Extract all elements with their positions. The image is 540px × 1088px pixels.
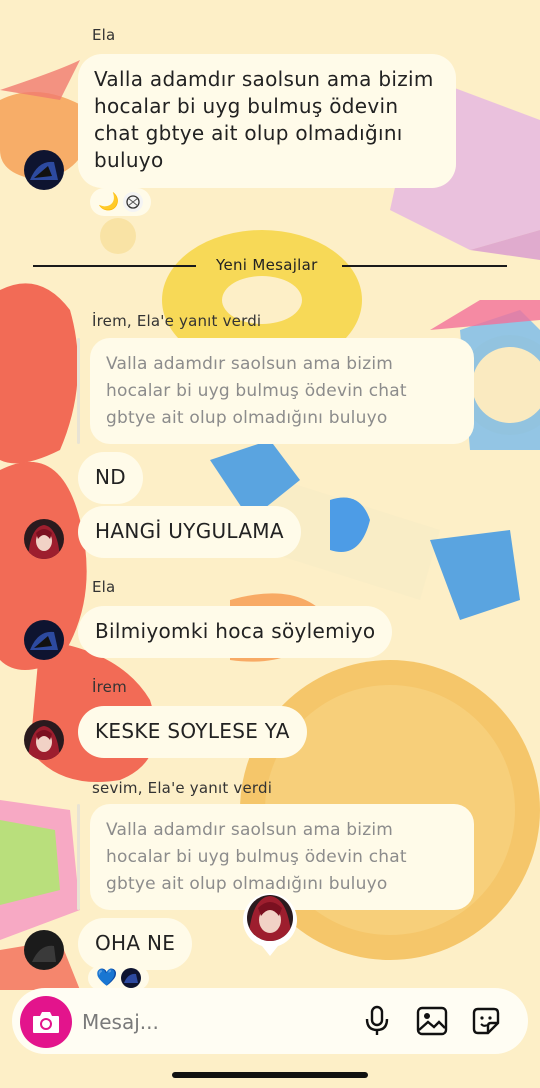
quote-line: Valla adamdır saolsun ama bizim	[106, 820, 394, 840]
message-bubble[interactable]: Valla adamdır saolsun ama bizim hocalar …	[78, 54, 456, 188]
quote-line: hocalar bi uyg bulmuş ödevin chat	[106, 381, 407, 401]
camera-button[interactable]	[20, 996, 72, 1048]
message-bubble[interactable]: KESKE SOYLESE YA	[78, 706, 307, 758]
reply-header: sevim, Ela'e yanıt verdi	[92, 779, 273, 797]
sticker-icon	[472, 1007, 500, 1035]
message-bubble[interactable]: OHA NE	[78, 918, 193, 970]
sticker-button[interactable]	[469, 1004, 503, 1038]
message-input[interactable]	[82, 1006, 322, 1038]
message-text: ND	[95, 465, 126, 489]
message-bubble[interactable]: HANGİ UYGULAMA	[78, 506, 301, 558]
avatar[interactable]	[24, 720, 64, 760]
message-bubble[interactable]: ND	[78, 452, 143, 504]
message-text-line: chat gbtye ait olup olmadığını	[94, 121, 403, 145]
message-reactions[interactable]: 🌙	[90, 188, 152, 216]
message-text: KESKE SOYLESE YA	[95, 719, 290, 743]
reply-header: İrem, Ela'e yanıt verdi	[92, 312, 262, 330]
message-bubble[interactable]: Bilmiyomki hoca söylemiyo	[78, 606, 393, 658]
message-reactions[interactable]: 💙	[88, 966, 150, 990]
reply-quote-bar	[77, 338, 80, 444]
microphone-button[interactable]	[360, 1004, 394, 1038]
reply-quote-bar	[77, 804, 80, 910]
new-messages-divider: Yeni Mesajlar	[216, 256, 318, 274]
avatar-image-dark	[24, 930, 64, 970]
reactor-avatar	[123, 192, 144, 212]
avatar[interactable]	[24, 519, 64, 559]
quote-line: gbtye ait olup olmadığını buluyo	[106, 408, 388, 428]
message-text: HANGİ UYGULAMA	[95, 519, 284, 543]
message-text-line: hocalar bi uyg bulmuş ödevin	[94, 94, 399, 118]
avatar-image-red-hair	[24, 720, 64, 760]
gallery-icon	[416, 1006, 448, 1036]
divider-line-right	[342, 265, 507, 267]
sender-name: Ela	[92, 26, 116, 44]
blue-heart-emoji: 💙	[96, 968, 118, 988]
quote-line: Valla adamdır saolsun ama bizim	[106, 354, 394, 374]
avatar[interactable]	[24, 620, 64, 660]
quoted-message[interactable]: Valla adamdır saolsun ama bizim hocalar …	[90, 338, 474, 444]
message-text-line: buluyo	[94, 148, 164, 172]
avatar[interactable]	[24, 930, 64, 970]
reactor-avatar	[121, 968, 142, 988]
quote-line: hocalar bi uyg bulmuş ödevin chat	[106, 847, 407, 867]
moon-emoji: 🌙	[98, 192, 120, 212]
home-indicator[interactable]	[172, 1072, 368, 1078]
avatar-image-red-hair	[24, 519, 64, 559]
message-text: OHA NE	[95, 931, 176, 955]
avatar[interactable]	[24, 150, 64, 190]
avatar-image-dark-blue	[24, 150, 64, 190]
sender-name: İrem	[92, 678, 127, 696]
avatar-image-dark-blue	[24, 620, 64, 660]
divider-line-left	[33, 265, 196, 267]
message-text-line: Valla adamdır saolsun ama bizim	[94, 67, 434, 91]
message-composer	[12, 988, 528, 1054]
camera-icon	[33, 1012, 59, 1033]
microphone-icon	[365, 1005, 389, 1035]
gallery-button[interactable]	[415, 1004, 449, 1038]
sender-name: Ela	[92, 578, 116, 596]
message-text: Bilmiyomki hoca söylemiyo	[95, 619, 376, 643]
read-receipt-avatar[interactable]	[242, 890, 298, 958]
